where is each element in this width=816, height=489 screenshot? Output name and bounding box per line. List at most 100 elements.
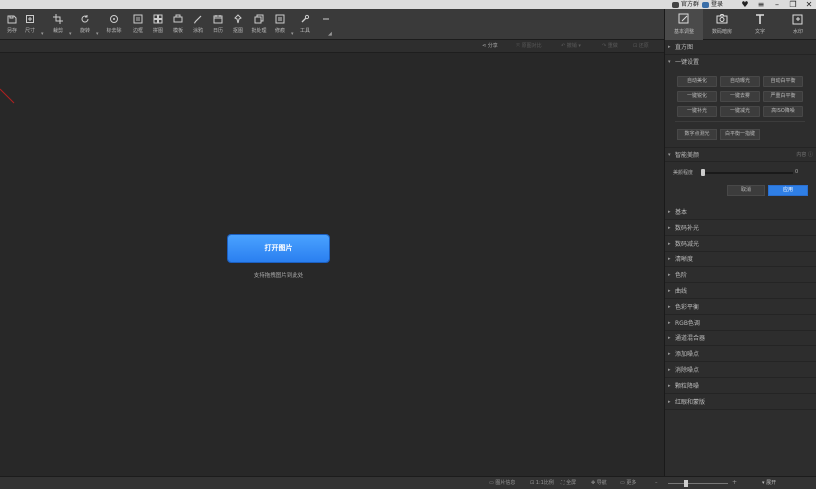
- section-label: 色阶: [675, 272, 688, 280]
- white-balance-picker-button[interactable]: 白平衡一指键: [720, 129, 760, 140]
- section-channel-mixer[interactable]: ▸ 通道混合器: [665, 331, 816, 347]
- sharpen-button[interactable]: 一键锐化: [677, 91, 717, 102]
- tool-label: 拼图: [152, 28, 163, 34]
- zoom-out-icon[interactable]: –: [655, 479, 658, 488]
- more-icon: [323, 18, 329, 20]
- dehaze-button[interactable]: 一键去雾: [720, 91, 760, 102]
- section-redeye-mask[interactable]: ▸ 红眼和蒙版: [665, 395, 816, 410]
- tab-text[interactable]: 文字: [741, 9, 779, 40]
- denoise-button[interactable]: 高ISO降噪: [763, 106, 803, 117]
- resize-button[interactable]: 尺寸: [18, 12, 42, 38]
- expand-arrow-icon: ▸: [668, 382, 671, 389]
- close-icon[interactable]: ✕: [802, 0, 816, 9]
- undo-button[interactable]: ↶ 撤销 ▾: [561, 42, 581, 51]
- smart-beauty-extra[interactable]: 内容 ⓘ: [796, 148, 813, 163]
- fill-light-button[interactable]: 一键补光: [677, 106, 717, 117]
- compare-button[interactable]: ⤧ 原图对比: [516, 42, 542, 51]
- beauty-slider-track[interactable]: [701, 172, 793, 174]
- beauty-slider-thumb[interactable]: [701, 169, 705, 176]
- section-grain-denoise[interactable]: ▸ 颗粒降噪: [665, 379, 816, 394]
- image-info-button[interactable]: ▭ 图片信息: [489, 479, 515, 488]
- section-color-balance[interactable]: ▸ 色彩平衡: [665, 300, 816, 315]
- remove-mark-button[interactable]: 标去除: [102, 12, 126, 38]
- section-curves[interactable]: ▸ 曲线: [665, 284, 816, 299]
- tab-watermark[interactable]: 水印: [779, 9, 816, 40]
- rotate-button[interactable]: 旋转: [73, 12, 97, 38]
- caret-icon[interactable]: ▾: [41, 31, 44, 37]
- section-label: 红眼和蒙版: [675, 398, 706, 406]
- section-histogram[interactable]: ▸ 直方图: [665, 40, 816, 55]
- login-link[interactable]: 登录: [702, 0, 723, 9]
- section-label: 清晰度: [675, 256, 694, 264]
- tool-label: 裁剪: [52, 28, 63, 34]
- section-basic[interactable]: ▸ 基本: [665, 205, 816, 220]
- zoom-slider-thumb[interactable]: [684, 480, 688, 487]
- drag-hint: 支持拖拽图片到此处: [253, 273, 304, 279]
- more-button[interactable]: ▭ 更多: [620, 479, 636, 488]
- auto-beautify-button[interactable]: 自动美化: [677, 76, 717, 87]
- watermark-icon: [792, 14, 803, 25]
- crop-icon: [53, 14, 63, 24]
- caret-icon[interactable]: ▾: [69, 31, 72, 37]
- zoom-in-icon[interactable]: +: [732, 479, 737, 486]
- section-label: 添加噪点: [675, 351, 700, 359]
- minimize-icon[interactable]: –: [770, 0, 784, 9]
- tab-basic-adjust[interactable]: 基本调整: [665, 9, 703, 40]
- section-levels[interactable]: ▸ 色阶: [665, 268, 816, 284]
- menu-icon[interactable]: ≡: [754, 0, 768, 9]
- section-reduce-light[interactable]: ▸ 数码减光: [665, 237, 816, 252]
- actual-size-button[interactable]: ⊡ 1:1比例: [530, 479, 554, 488]
- caret-icon[interactable]: ▾: [96, 31, 99, 37]
- zoom-slider-track[interactable]: [668, 483, 728, 484]
- template-icon: [173, 14, 183, 23]
- reset-button[interactable]: ⊡ 还原: [633, 42, 649, 51]
- crop-button[interactable]: 裁剪: [46, 12, 70, 38]
- canvas-area[interactable]: [0, 53, 664, 476]
- section-remove-noise[interactable]: ▸ 消除噪点: [665, 363, 816, 378]
- tool-label: 另存: [6, 28, 17, 34]
- red-line-mark: [0, 88, 15, 104]
- favorite-icon[interactable]: ♥: [738, 0, 752, 9]
- navigator-button[interactable]: ✥ 导航: [591, 479, 607, 488]
- open-image-button[interactable]: 打开图片: [228, 235, 329, 262]
- section-label: 色彩平衡: [675, 303, 700, 311]
- tool-label: 边框: [132, 28, 143, 34]
- official-group-link[interactable]: 官方群: [672, 0, 699, 9]
- section-label: 数码减光: [675, 240, 700, 248]
- restore-icon[interactable]: ❐: [786, 0, 800, 9]
- resize-icon: [26, 15, 34, 23]
- help-icon: ⓘ: [807, 152, 813, 158]
- auto-exposure-button[interactable]: 自动曝光: [720, 76, 760, 87]
- zoom-bar: + ▾ 展开: [664, 476, 816, 489]
- apply-button[interactable]: 应用: [768, 185, 808, 196]
- pin-icon: [234, 14, 242, 24]
- tab-darkroom[interactable]: 数码暗房: [703, 9, 741, 40]
- cancel-button[interactable]: 取消: [727, 185, 765, 196]
- repair-button[interactable]: 修痕: [268, 12, 292, 38]
- slider-value: 0: [795, 169, 799, 175]
- fullscreen-button[interactable]: ⛶ 全屏: [561, 479, 576, 488]
- tool-label: 批处理: [251, 28, 267, 34]
- strict-white-balance-button[interactable]: 严重白平衡: [763, 91, 803, 102]
- auto-white-balance-button[interactable]: 自动白平衡: [763, 76, 803, 87]
- chat-icon: [672, 1, 679, 8]
- edit-icon: [678, 13, 689, 24]
- section-clarity[interactable]: ▸ 清晰度: [665, 252, 816, 268]
- caret-icon[interactable]: ◢: [328, 31, 332, 37]
- section-rgb-tone[interactable]: ▸ RGB色调: [665, 316, 816, 331]
- section-oneclick[interactable]: ▾ 一键设置: [665, 55, 816, 70]
- spot-metering-button[interactable]: 数字点测光: [677, 129, 717, 140]
- redo-button[interactable]: ↷ 重做: [602, 42, 618, 51]
- section-smart-beauty[interactable]: ▾ 智能美颜 内容 ⓘ: [665, 147, 816, 162]
- section-fill-light[interactable]: ▸ 数码补光: [665, 221, 816, 236]
- section-label: RGB色调: [675, 319, 700, 327]
- expand-arrow-icon: ▸: [668, 319, 671, 326]
- expand-button[interactable]: ▾ 展开: [762, 479, 776, 486]
- section-add-noise[interactable]: ▸ 添加噪点: [665, 347, 816, 363]
- tab-label: 水印: [792, 29, 803, 35]
- more-tools-button[interactable]: [314, 12, 338, 38]
- share-button[interactable]: ⋖ 分享: [482, 42, 498, 51]
- save-as-icon: [7, 15, 17, 24]
- reduce-light-button[interactable]: 一键减光: [720, 106, 760, 117]
- section-label: 数码补光: [675, 224, 700, 232]
